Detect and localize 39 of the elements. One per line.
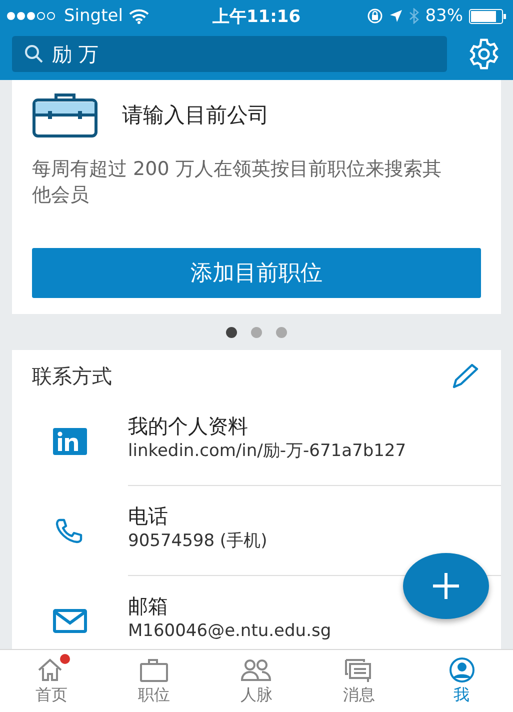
edit-pencil-icon[interactable] — [451, 363, 481, 389]
tab-messages[interactable]: 消息 — [308, 650, 410, 712]
contact-value: linkedin.com/in/励-万-671a7b127 — [128, 440, 408, 462]
settings-icon[interactable] — [467, 37, 501, 71]
card-description: 每周有超过 200 万人在领英按目前职位来搜索其他会员 — [32, 157, 442, 208]
add-button[interactable] — [403, 553, 489, 619]
contact-label: 我的个人资料 — [128, 412, 249, 438]
wifi-icon — [128, 8, 149, 24]
tab-jobs[interactable]: 职位 — [102, 650, 206, 712]
contact-label: 邮箱 — [128, 593, 169, 619]
section-title: 联系方式 — [32, 362, 112, 390]
page-dot[interactable] — [251, 326, 262, 338]
plus-icon — [432, 572, 460, 600]
contact-value: 90574598 (手机) — [128, 530, 268, 552]
page-dot[interactable] — [226, 326, 237, 338]
briefcase-icon — [138, 656, 169, 682]
clock-time: 上午11:16 — [212, 6, 301, 26]
carrier-name: Singtel — [64, 6, 123, 26]
contact-label: 电话 — [128, 502, 169, 528]
linkedin-icon — [53, 428, 87, 454]
profile-icon — [446, 656, 477, 682]
search-icon — [24, 44, 44, 64]
add-position-button[interactable]: 添加目前职位 — [32, 248, 481, 298]
signal-icon — [6, 11, 58, 21]
mail-icon — [53, 609, 87, 633]
contact-value: M160046@e.ntu.edu.sg — [128, 620, 332, 643]
location-arrow-icon — [389, 9, 404, 23]
people-icon — [241, 656, 272, 682]
card-title: 请输入目前公司 — [122, 102, 269, 129]
briefcase-icon — [32, 92, 98, 138]
battery-icon — [469, 8, 507, 24]
phone-icon — [55, 518, 85, 544]
page-dot[interactable] — [276, 326, 287, 338]
tab-network[interactable]: 人脉 — [205, 650, 308, 712]
bluetooth-icon — [409, 8, 420, 24]
tab-home[interactable]: 首页 — [0, 650, 103, 712]
tab-me[interactable]: 我 — [410, 650, 513, 712]
battery-percent: 83% — [425, 6, 463, 26]
rotation-lock-icon — [367, 8, 384, 24]
